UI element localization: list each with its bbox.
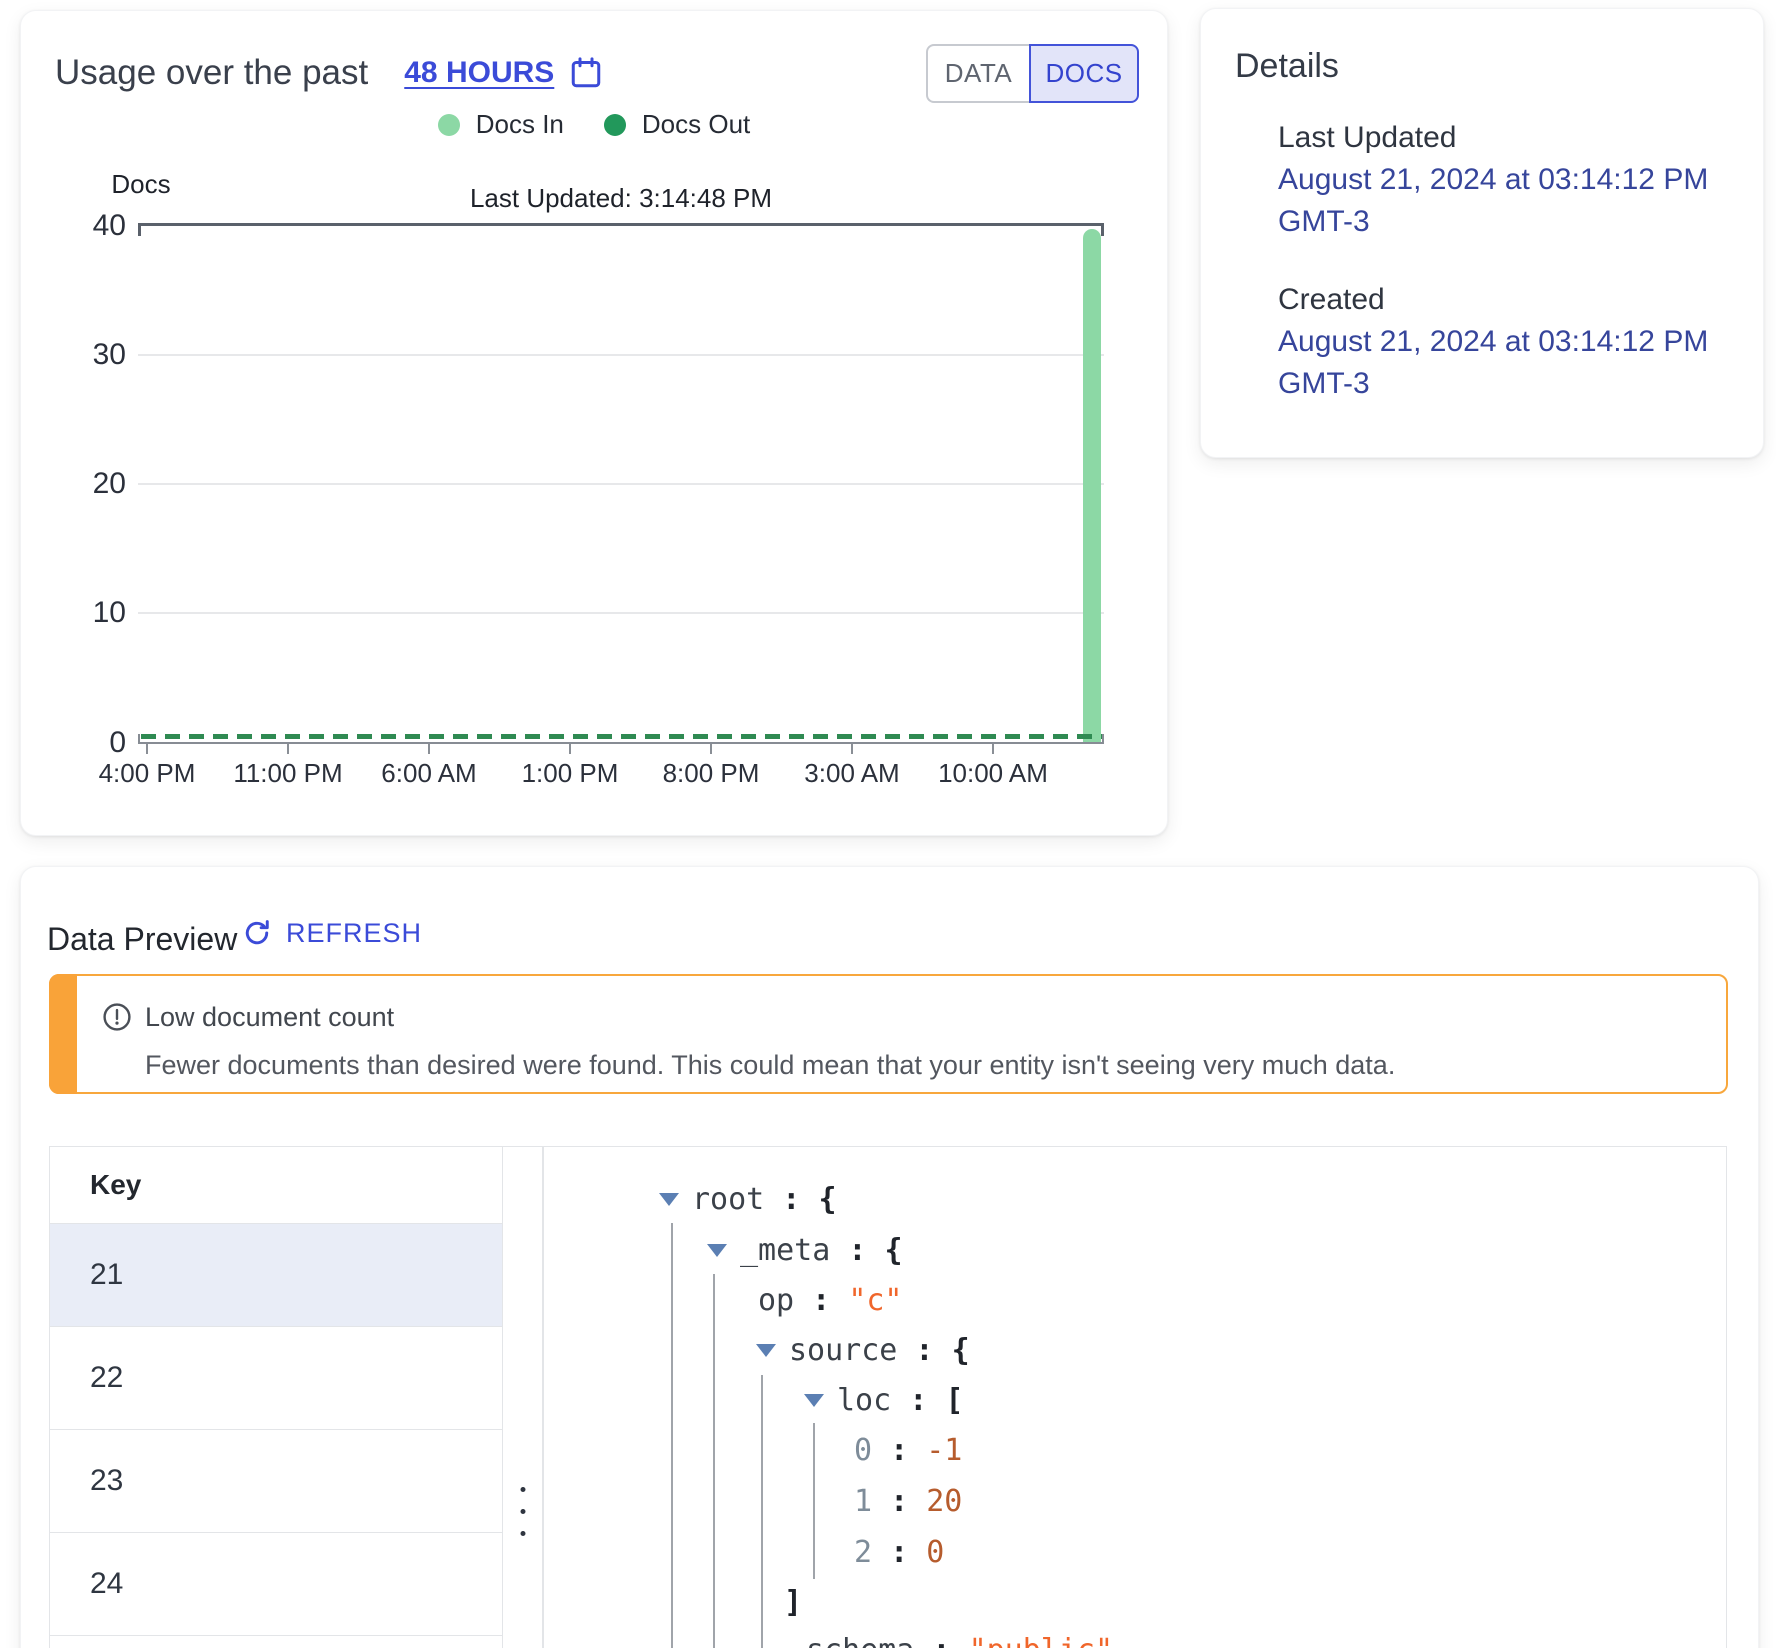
created-label: Created: [1278, 283, 1385, 317]
collapse-arrow-icon[interactable]: [804, 1394, 824, 1407]
gridline-30: [138, 354, 1104, 356]
x-tick-label: 4:00 PM: [99, 758, 196, 789]
chart-legend: Docs In Docs Out: [21, 109, 1167, 140]
details-title: Details: [1235, 47, 1339, 86]
collapse-arrow-icon[interactable]: [659, 1193, 679, 1206]
y-tick-label: 30: [46, 337, 126, 373]
x-tick: [569, 744, 571, 754]
tree-row-loc-close: ]: [784, 1580, 802, 1624]
tree-row-schema: schema : "public": [806, 1628, 1113, 1648]
tree-row-loc-1: 1 : 20: [854, 1479, 962, 1523]
usage-card-header: Usage over the past 48 HOURS: [55, 53, 604, 93]
data-docs-toggle: DATA DOCS: [926, 44, 1139, 103]
axis-end-cap: [138, 225, 141, 236]
y-tick-label: 10: [46, 595, 126, 631]
last-updated-value: August 21, 2024 at 03:14:12 PM GMT-3: [1278, 159, 1758, 243]
x-tick-label: 11:00 PM: [233, 758, 342, 789]
docs-in-dot-icon: [438, 114, 460, 136]
json-tree-panel: [543, 1146, 1727, 1648]
x-tick: [146, 744, 148, 754]
usage-card: Usage over the past 48 HOURS DATA DOCS D…: [20, 10, 1168, 836]
warning-title: Low document count: [145, 1002, 394, 1033]
page: Usage over the past 48 HOURS DATA DOCS D…: [0, 0, 1776, 1648]
table-row-21[interactable]: 21: [50, 1224, 502, 1327]
x-tick-label: 8:00 PM: [663, 758, 760, 789]
table-row-22[interactable]: 22: [50, 1327, 502, 1430]
table-row-24[interactable]: 24: [50, 1533, 502, 1636]
created-value: August 21, 2024 at 03:14:12 PM GMT-3: [1278, 321, 1758, 405]
y-tick-label: 40: [46, 208, 126, 244]
x-tick: [992, 744, 994, 754]
x-tick: [851, 744, 853, 754]
axis-end-cap: [1101, 225, 1104, 236]
refresh-button[interactable]: REFRESH: [241, 917, 422, 949]
gridline-10: [138, 612, 1104, 614]
refresh-label: REFRESH: [286, 918, 422, 949]
tree-row-op: op : "c": [758, 1278, 903, 1322]
tree-guide-line: [713, 1274, 715, 1648]
y-tick-label: 20: [46, 466, 126, 502]
legend-docs-in-label: Docs In: [476, 109, 564, 140]
docs-out-dot-icon: [604, 114, 626, 136]
legend-docs-out-label: Docs Out: [642, 109, 750, 140]
panel-resizer[interactable]: [503, 1146, 543, 1648]
x-tick: [428, 744, 430, 754]
collapse-arrow-icon[interactable]: [756, 1344, 776, 1357]
toggle-data-button[interactable]: DATA: [926, 44, 1029, 103]
collapse-arrow-icon[interactable]: [707, 1244, 727, 1257]
x-tick: [710, 744, 712, 754]
key-column-header: Key: [90, 1169, 141, 1201]
baseline-end-cap: [1102, 734, 1104, 742]
chart-last-updated-caption: Last Updated: 3:14:48 PM: [138, 183, 1104, 214]
tree-guide-line: [813, 1423, 815, 1579]
warning-alert: Low document count Fewer documents than …: [49, 974, 1728, 1094]
time-range-label: 48 HOURS: [404, 56, 554, 90]
data-preview-title: Data Preview: [47, 921, 237, 958]
refresh-icon: [241, 917, 273, 949]
tree-row-loc-0: 0 : -1: [854, 1428, 962, 1472]
docs-out-line: [141, 734, 1103, 739]
calendar-icon: [568, 55, 604, 91]
x-tick-label: 10:00 AM: [938, 758, 1048, 789]
tree-row-source: source : {: [756, 1328, 970, 1372]
tree-row-root: root : {: [659, 1177, 837, 1221]
warning-description: Fewer documents than desired were found.…: [145, 1050, 1395, 1081]
tree-row-loc-2: 2 : 0: [854, 1530, 944, 1574]
tree-guide-line: [761, 1375, 763, 1648]
baseline-end-cap: [138, 734, 140, 742]
tree-row-loc: loc : [: [804, 1378, 963, 1422]
tree-row-meta: _meta : {: [707, 1228, 903, 1272]
legend-item-docs-in: Docs In: [438, 109, 564, 140]
x-tick: [287, 744, 289, 754]
chart-top-axis-line: [138, 223, 1104, 226]
x-tick-label: 1:00 PM: [522, 758, 619, 789]
details-card: Details Last Updated August 21, 2024 at …: [1200, 8, 1764, 458]
last-updated-label: Last Updated: [1278, 121, 1456, 155]
warning-icon: [101, 1001, 133, 1033]
y-tick-label: 0: [46, 725, 126, 761]
tree-guide-line: [671, 1223, 673, 1648]
gridline-20: [138, 483, 1104, 485]
x-tick-label: 6:00 AM: [381, 758, 476, 789]
legend-item-docs-out: Docs Out: [604, 109, 750, 140]
data-preview-card: Data Preview REFRESH Low document count …: [20, 866, 1759, 1648]
warning-accent-bar: [49, 974, 77, 1094]
key-table: Key 21 22 23 24: [49, 1146, 503, 1648]
table-row-23[interactable]: 23: [50, 1430, 502, 1533]
x-tick-label: 3:00 AM: [804, 758, 899, 789]
time-range-link[interactable]: 48 HOURS: [404, 55, 604, 91]
chart-baseline: [138, 742, 1104, 744]
usage-title: Usage over the past: [55, 53, 368, 93]
docs-in-bar: [1083, 229, 1101, 743]
drag-handle-icon[interactable]: [520, 1487, 525, 1536]
key-table-header: Key: [50, 1147, 502, 1224]
toggle-docs-button[interactable]: DOCS: [1029, 44, 1139, 103]
